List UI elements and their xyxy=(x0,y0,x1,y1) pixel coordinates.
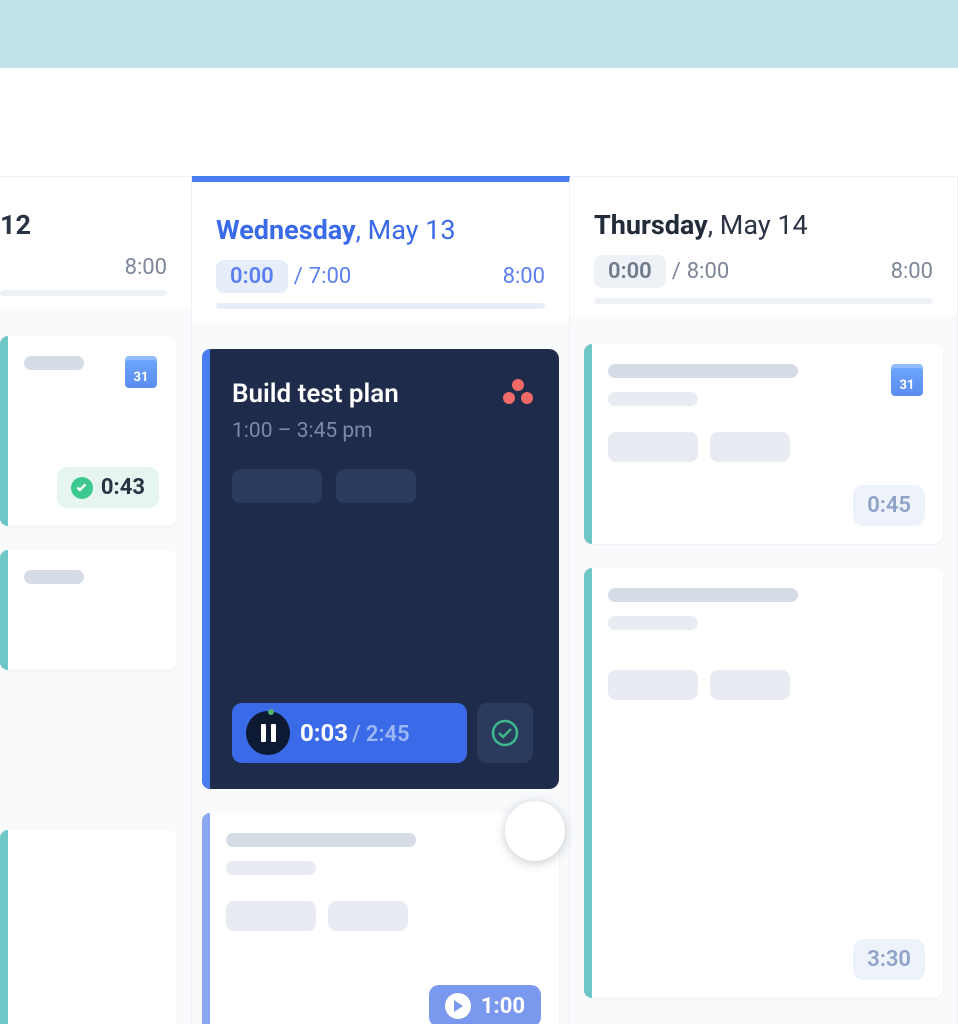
timer-text: 0:03 / 2:45 xyxy=(300,719,410,747)
calendar-columns: 12 8:00 31 0:43 xyxy=(0,176,958,1024)
progress-track xyxy=(594,298,933,304)
elapsed-pill[interactable]: 0:00 xyxy=(594,255,666,288)
task-card[interactable]: 3:30 xyxy=(584,568,943,998)
task-card[interactable]: 3:17 xyxy=(0,830,177,1024)
cards-area: 31 0:43 3:17 xyxy=(0,308,191,1024)
day-number: 12 xyxy=(0,209,167,241)
placeholder-line xyxy=(226,833,416,847)
day-header: Wednesday, May 13 0:00 / 7:00 8:00 xyxy=(192,182,569,321)
hours-row: 0:00 / 7:00 8:00 xyxy=(216,260,545,293)
check-icon xyxy=(71,477,93,499)
day-column-tue: 12 8:00 31 0:43 xyxy=(0,176,192,1024)
pause-button[interactable] xyxy=(246,711,290,755)
planned-hours: 8:00 xyxy=(687,259,729,284)
tag-placeholder xyxy=(336,469,416,503)
elapsed-pill[interactable]: 0:00 xyxy=(216,260,288,293)
progress-track xyxy=(216,303,545,309)
top-banner xyxy=(0,0,958,68)
day-column-wed: Wednesday, May 13 0:00 / 7:00 8:00 Build… xyxy=(192,176,570,1024)
progress-track xyxy=(0,290,167,296)
task-title: Build test plan xyxy=(232,379,533,409)
drag-handle[interactable] xyxy=(505,801,565,861)
timer-main[interactable]: 0:03 / 2:45 xyxy=(232,703,467,763)
placeholder-line xyxy=(226,861,316,875)
task-card[interactable]: 31 0:43 xyxy=(0,336,177,526)
pause-icon xyxy=(261,724,276,742)
calendar-icon: 31 xyxy=(125,356,157,388)
tag-placeholder xyxy=(232,469,322,503)
task-duration-pill: 0:45 xyxy=(853,485,925,526)
task-card[interactable] xyxy=(0,550,177,670)
placeholder-line xyxy=(24,570,84,584)
play-icon xyxy=(445,993,471,1019)
placeholder-line xyxy=(608,392,698,406)
placeholder-block xyxy=(608,670,698,700)
task-duration-pill: 3:30 xyxy=(853,939,925,980)
asana-icon xyxy=(503,379,533,407)
day-column-thu: Thursday, May 14 0:00 / 8:00 8:00 xyxy=(570,176,958,1024)
complete-button[interactable] xyxy=(477,703,533,763)
task-duration-pill: 0:43 xyxy=(57,467,159,508)
day-header: 12 8:00 xyxy=(0,177,191,308)
spacer xyxy=(0,68,958,176)
placeholder-line xyxy=(24,356,84,370)
placeholder-block xyxy=(710,670,790,700)
placeholder-line xyxy=(608,616,698,630)
placeholder-block xyxy=(226,901,316,931)
task-timerange: 1:00 – 3:45 pm xyxy=(232,419,533,443)
day-header: Thursday, May 14 0:00 / 8:00 8:00 xyxy=(570,177,957,316)
placeholder-line xyxy=(608,588,798,602)
day-title: Thursday, May 14 xyxy=(594,209,933,241)
placeholder-block xyxy=(328,901,408,931)
placeholder-block xyxy=(608,432,698,462)
placeholder-block xyxy=(710,432,790,462)
planned-hours: 7:00 xyxy=(309,264,351,289)
task-card[interactable]: 31 0:45 xyxy=(584,344,943,544)
hours-row: 8:00 xyxy=(0,255,167,280)
day-title: Wednesday, May 13 xyxy=(216,214,545,246)
calendar-icon: 31 xyxy=(891,364,923,396)
capacity-label: 8:00 xyxy=(891,259,933,284)
task-card[interactable]: 1:00 xyxy=(202,813,559,1024)
capacity-label: 8:00 xyxy=(125,255,167,280)
start-timer-pill[interactable]: 1:00 xyxy=(429,985,541,1024)
timer-bar: 0:03 / 2:45 xyxy=(232,703,533,763)
active-task-card[interactable]: Build test plan 1:00 – 3:45 pm 0:03 / 2:… xyxy=(202,349,559,789)
tag-row xyxy=(232,469,533,503)
placeholder-line xyxy=(608,364,798,378)
capacity-label: 8:00 xyxy=(503,264,545,289)
hours-row: 0:00 / 8:00 8:00 xyxy=(594,255,933,288)
cards-area: 31 0:45 3:30 xyxy=(570,316,957,1024)
cards-area: Build test plan 1:00 – 3:45 pm 0:03 / 2:… xyxy=(192,321,569,1024)
